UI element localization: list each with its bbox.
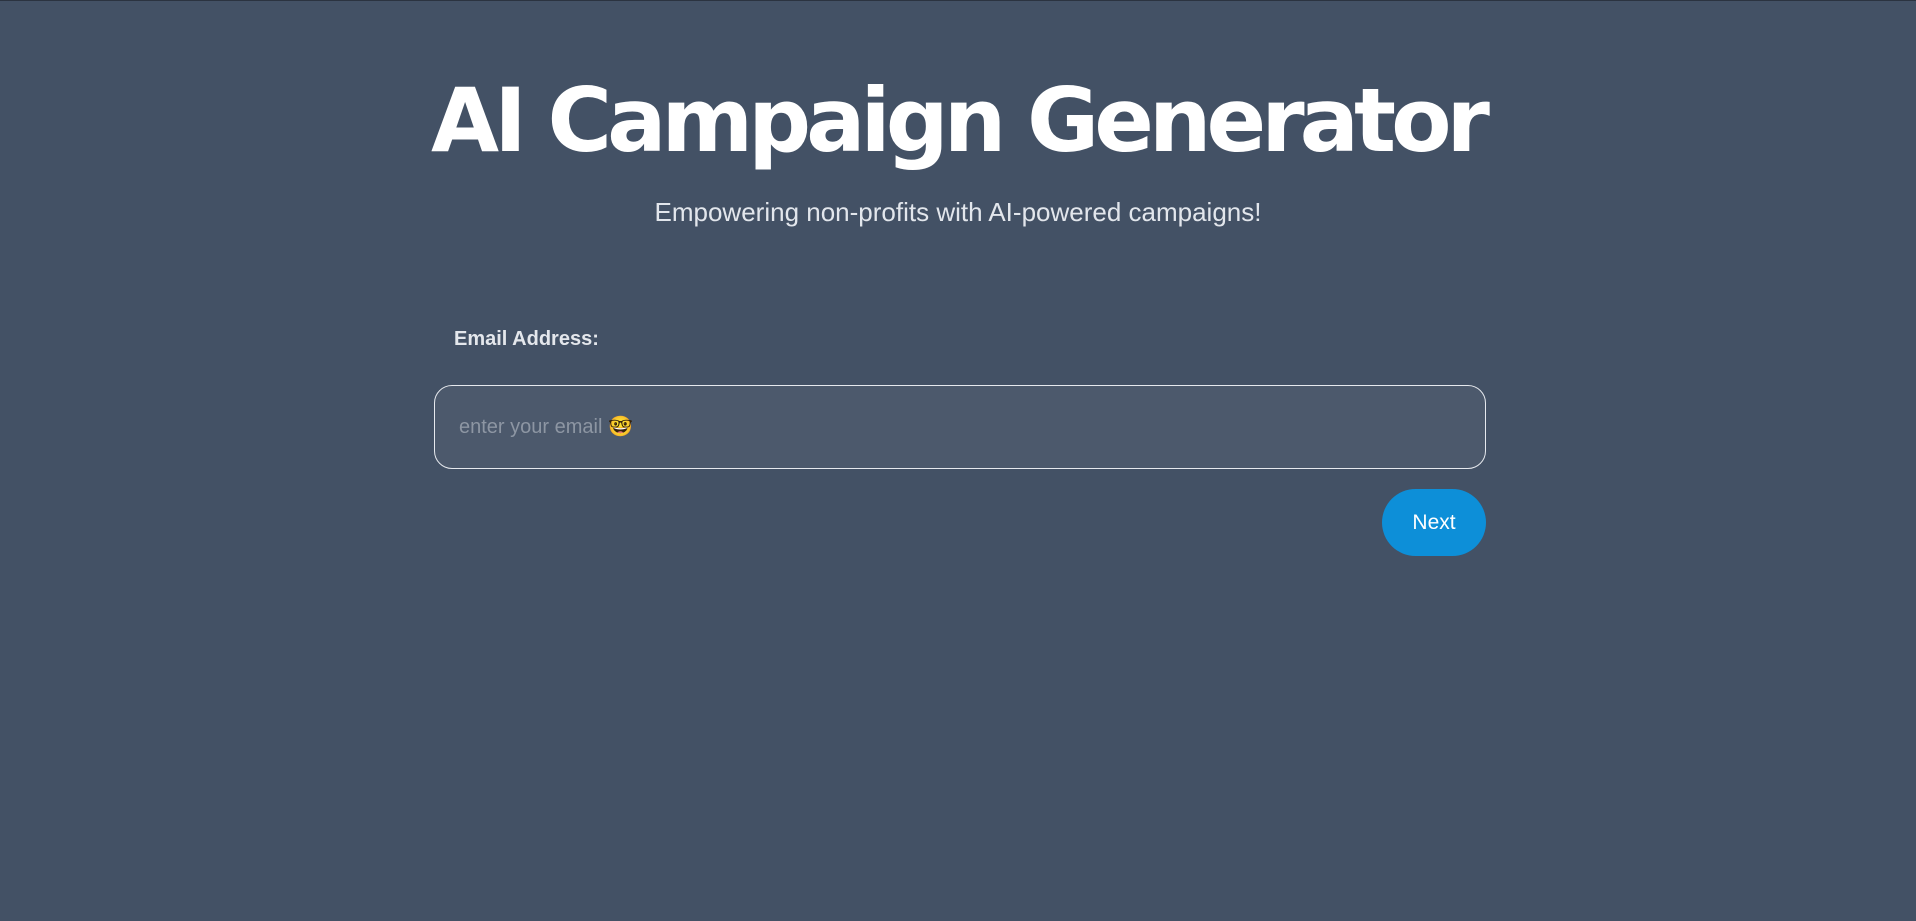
email-label: Email Address: bbox=[454, 328, 599, 350]
page-title: AI Campaign Generator bbox=[431, 69, 1490, 172]
next-button[interactable]: Next bbox=[1382, 489, 1486, 556]
page-subtitle: Empowering non-profits with AI-powered c… bbox=[654, 197, 1262, 227]
email-field[interactable] bbox=[434, 385, 1486, 469]
